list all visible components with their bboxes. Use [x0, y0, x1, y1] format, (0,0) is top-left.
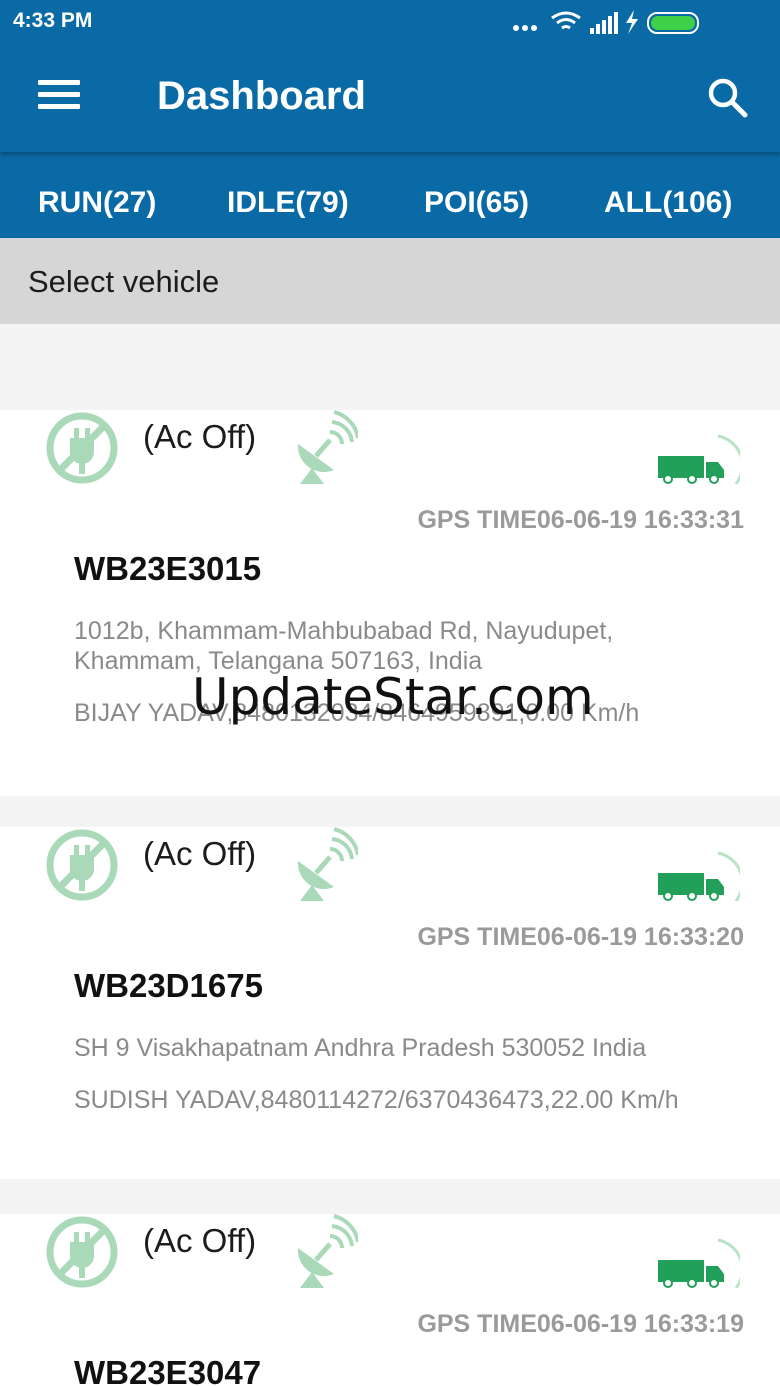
more-dots-icon	[513, 25, 537, 31]
vehicle-address: 1012b, Khammam-Mahbubabad Rd, Nayudupet,…	[74, 617, 614, 675]
truck-icon	[658, 1238, 740, 1288]
battery-icon	[647, 12, 699, 34]
truck-icon	[658, 851, 740, 901]
vehicle-number: WB23E3047	[74, 1354, 262, 1386]
filter-tabs: RUN(27) IDLE(79) POI(65) ALL(106)	[0, 152, 780, 238]
gps-time: GPS TIME06-06-19 16:33:20	[417, 923, 744, 951]
satellite-dish-icon	[297, 410, 358, 484]
ac-status: (Ac Off)	[143, 835, 257, 872]
ac-status: (Ac Off)	[143, 1222, 257, 1259]
satellite-dish-icon	[297, 1214, 358, 1288]
gps-time: GPS TIME06-06-19 16:33:31	[417, 506, 744, 534]
status-time: 4:33 PM	[13, 9, 93, 32]
tab-run[interactable]: RUN(27)	[38, 186, 156, 220]
tab-all[interactable]: ALL(106)	[604, 186, 732, 220]
power-off-icon	[46, 412, 118, 484]
app-bar: Dashboard	[0, 44, 780, 152]
tab-idle[interactable]: IDLE(79)	[227, 186, 349, 220]
power-off-icon	[46, 829, 118, 901]
tab-poi[interactable]: POI(65)	[424, 186, 529, 220]
vehicle-card[interactable]: (Ac Off) GPS TIME06-06-19 16:33:20 WB23D…	[0, 827, 780, 1179]
gps-time: GPS TIME06-06-19 16:33:19	[417, 1310, 744, 1338]
hamburger-menu-icon[interactable]	[38, 80, 84, 116]
signal-icon	[590, 12, 618, 34]
satellite-dish-icon	[297, 827, 358, 901]
search-icon[interactable]	[706, 76, 750, 120]
select-vehicle-label: Select vehicle	[28, 264, 220, 299]
vehicle-address: SH 9 Visakhapatnam Andhra Pradesh 530052…	[74, 1034, 647, 1062]
vehicle-card[interactable]: (Ac Off) GPS TIME06-06-19 16:33:31 WB23E…	[0, 410, 780, 796]
wifi-icon	[551, 11, 581, 30]
select-vehicle-dropdown[interactable]: Select vehicle	[0, 238, 780, 324]
page-title: Dashboard	[157, 74, 366, 118]
watermark: UpdateStar.com	[192, 668, 594, 726]
vehicle-card[interactable]: (Ac Off) GPS TIME06-06-19 16:33:19 WB23E…	[0, 1214, 780, 1386]
power-off-icon	[46, 1216, 118, 1288]
vehicle-number: WB23E3015	[74, 550, 262, 587]
truck-icon	[658, 434, 740, 484]
driver-info: SUDISH YADAV,8480114272/6370436473,22.00…	[74, 1086, 679, 1114]
vehicle-number: WB23D1675	[74, 967, 263, 1004]
system-icons	[513, 10, 699, 34]
charging-icon	[626, 10, 638, 34]
ac-status: (Ac Off)	[143, 418, 257, 455]
status-bar: 4:33 PM	[0, 0, 780, 44]
